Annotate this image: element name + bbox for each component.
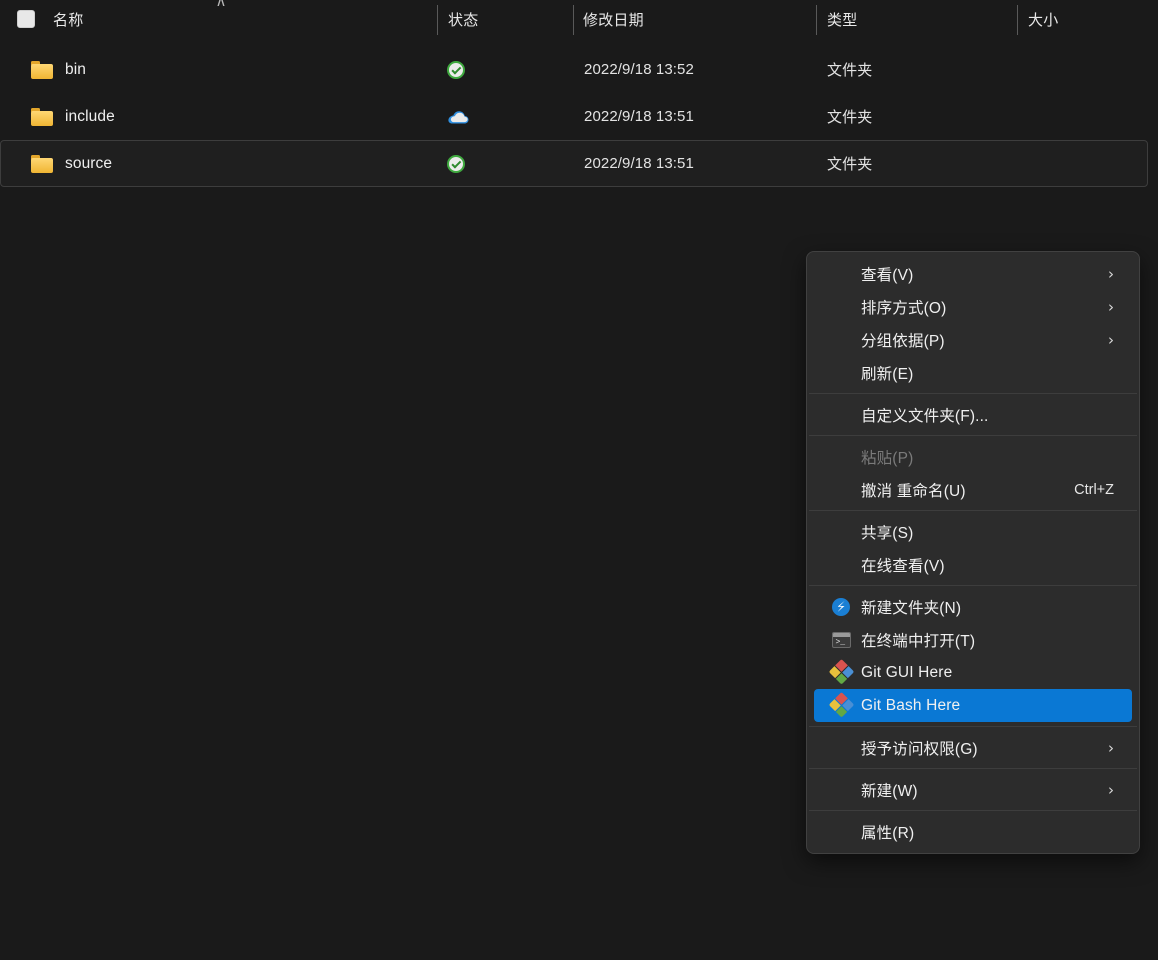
file-date-cell-label: 2022/9/18 13:51 — [584, 155, 694, 172]
file-status-cell — [447, 94, 469, 139]
column-header-type[interactable]: 类型 — [827, 0, 857, 38]
menu-separator — [809, 510, 1137, 511]
menu-item[interactable]: 新建(W) › — [814, 773, 1132, 806]
menu-item-label: 粘贴(P) — [861, 449, 914, 467]
file-type-cell: 文件夹 — [827, 141, 872, 186]
menu-item-label: 刷新(E) — [861, 365, 914, 383]
file-type-cell-label: 文件夹 — [827, 156, 873, 173]
menu-item[interactable]: 刷新(E) — [814, 356, 1132, 389]
chevron-right-icon: › — [1108, 330, 1114, 349]
chevron-right-icon: › — [1108, 264, 1114, 283]
file-type-cell-label: 文件夹 — [827, 109, 873, 126]
menu-item-label: 授予访问权限(G) — [861, 740, 978, 758]
menu-separator — [809, 810, 1137, 811]
menu-item-label: 在终端中打开(T) — [861, 632, 976, 650]
menu-separator — [809, 435, 1137, 436]
menu-item[interactable]: Git GUI Here — [814, 656, 1132, 689]
chevron-right-icon: › — [1108, 738, 1114, 757]
onedrive-available-check-icon — [447, 60, 465, 79]
column-header-name[interactable]: 名称 — [53, 0, 83, 38]
sort-ascending-icon: ∧ — [215, 0, 227, 9]
menu-item[interactable]: 在线查看(V) — [814, 548, 1132, 581]
column-divider[interactable] — [816, 5, 817, 35]
menu-item-label: 在线查看(V) — [861, 557, 945, 575]
file-row[interactable]: bin 2022/9/18 13:52 文件夹 — [0, 46, 1148, 93]
menu-item[interactable]: 查看(V) › — [814, 257, 1132, 290]
menu-item-label: 新建文件夹(N) — [861, 599, 962, 617]
menu-item[interactable]: Git Bash Here — [814, 689, 1132, 722]
terminal-icon: >_ — [831, 630, 851, 650]
menu-item-label: 共享(S) — [861, 524, 914, 542]
menu-item-label: 查看(V) — [861, 266, 914, 284]
menu-item-label: Git GUI Here — [861, 663, 953, 681]
file-row[interactable]: source 2022/9/18 13:51 文件夹 — [0, 140, 1148, 187]
file-list: bin 2022/9/18 13:52 文件夹 include 2022/9/18 13… — [0, 46, 1158, 187]
menu-item[interactable]: 新建文件夹(N) — [814, 590, 1132, 623]
chevron-right-icon: › — [1108, 780, 1114, 799]
file-name-cell[interactable]: include — [31, 94, 115, 139]
file-date-cell: 2022/9/18 13:51 — [584, 141, 694, 186]
menu-item[interactable]: 排序方式(O) › — [814, 290, 1132, 323]
file-status-cell — [447, 47, 465, 92]
onedrive-available-check-icon — [447, 154, 465, 173]
menu-item-label: 撤消 重命名(U) — [861, 482, 966, 500]
menu-item-label: 自定义文件夹(F)... — [861, 407, 989, 425]
onedrive-cloud-icon — [447, 109, 469, 125]
file-list-header: ∧ 名称 状态 修改日期 类型 大小 — [0, 0, 1158, 38]
file-name-label: source — [65, 154, 113, 172]
menu-item[interactable]: 自定义文件夹(F)... — [814, 398, 1132, 431]
explorer-window: ∧ 名称 状态 修改日期 类型 大小 bin 2022/9/18 13:52 文件夹… — [0, 0, 1158, 960]
file-status-cell — [447, 141, 465, 186]
new-folder-icon — [831, 597, 851, 617]
file-type-cell: 文件夹 — [827, 47, 872, 92]
column-divider[interactable] — [1017, 5, 1018, 35]
menu-item[interactable]: 分组依据(P) › — [814, 323, 1132, 356]
column-header-size[interactable]: 大小 — [1028, 0, 1058, 38]
file-name-label: bin — [65, 60, 86, 78]
menu-item[interactable]: 授予访问权限(G) › — [814, 731, 1132, 764]
menu-separator — [809, 585, 1137, 586]
git-icon — [828, 659, 854, 685]
file-row[interactable]: include 2022/9/18 13:51 文件夹 — [0, 93, 1148, 140]
menu-separator — [809, 768, 1137, 769]
menu-item-label: 属性(R) — [861, 824, 915, 842]
file-type-cell: 文件夹 — [827, 94, 872, 139]
file-type-cell-label: 文件夹 — [827, 62, 873, 79]
folder-icon — [31, 60, 53, 79]
folder-icon — [31, 154, 53, 173]
menu-item-label: 新建(W) — [861, 782, 918, 800]
menu-item-label: 排序方式(O) — [861, 299, 947, 317]
menu-item[interactable]: 撤消 重命名(U) Ctrl+Z — [814, 473, 1132, 506]
file-name-cell[interactable]: source — [31, 141, 112, 186]
column-header-status[interactable]: 状态 — [448, 0, 478, 38]
context-menu: 查看(V) › 排序方式(O) › 分组依据(P) › 刷新(E) 自定义文件夹(F)... 粘… — [806, 251, 1140, 854]
folder-icon — [31, 107, 53, 126]
file-date-cell-label: 2022/9/18 13:51 — [584, 108, 694, 125]
column-divider[interactable] — [437, 5, 438, 35]
chevron-right-icon: › — [1108, 297, 1114, 316]
menu-item-shortcut: Ctrl+Z — [1074, 481, 1114, 498]
file-name-label: include — [65, 107, 115, 125]
column-divider[interactable] — [573, 5, 574, 35]
menu-item-label: 分组依据(P) — [861, 332, 945, 350]
select-all-checkbox[interactable] — [17, 10, 35, 28]
file-name-cell[interactable]: bin — [31, 47, 86, 92]
menu-item[interactable]: >_ 在终端中打开(T) — [814, 623, 1132, 656]
menu-separator — [809, 726, 1137, 727]
menu-item-label: Git Bash Here — [861, 696, 961, 714]
file-date-cell: 2022/9/18 13:52 — [584, 47, 694, 92]
file-date-cell-label: 2022/9/18 13:52 — [584, 61, 694, 78]
menu-item[interactable]: 共享(S) — [814, 515, 1132, 548]
menu-separator — [809, 393, 1137, 394]
column-header-date[interactable]: 修改日期 — [583, 0, 644, 38]
menu-item: 粘贴(P) — [814, 440, 1132, 473]
file-date-cell: 2022/9/18 13:51 — [584, 94, 694, 139]
menu-item[interactable]: 属性(R) — [814, 815, 1132, 848]
git-icon — [828, 692, 854, 718]
